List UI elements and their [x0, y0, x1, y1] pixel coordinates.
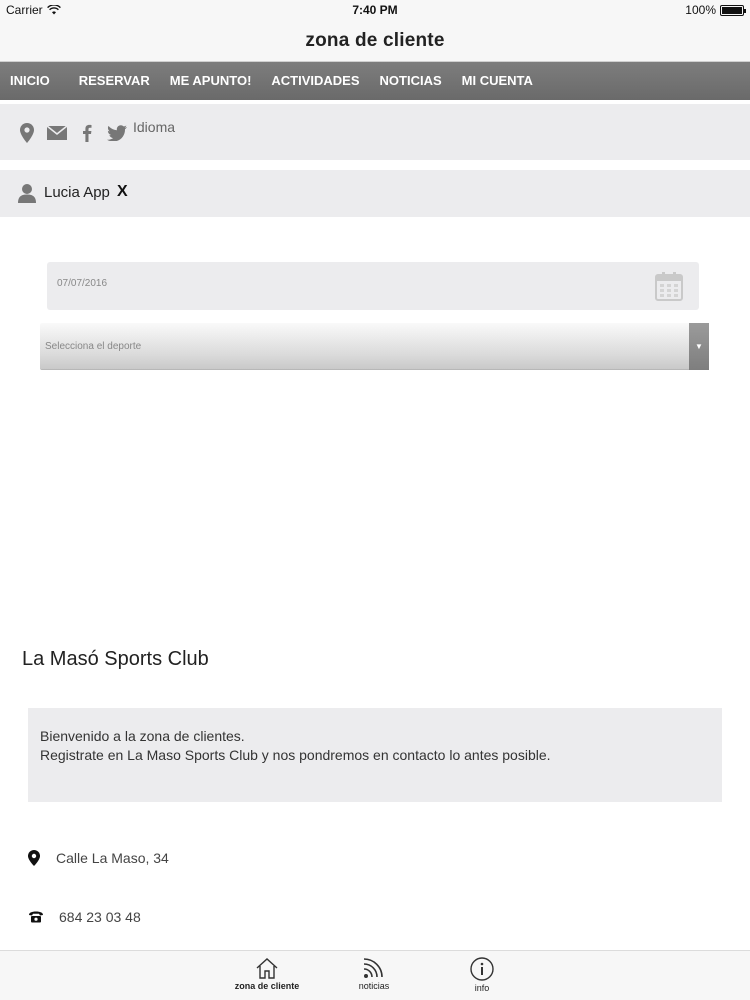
phone-text[interactable]: 684 23 03 48	[59, 909, 141, 925]
status-time: 7:40 PM	[352, 3, 398, 17]
menu-item-noticias[interactable]: NOTICIAS	[370, 62, 452, 100]
tab-noticias[interactable]: noticias	[329, 951, 419, 1000]
user-icon	[18, 183, 36, 208]
page-title: zona de cliente	[305, 30, 445, 51]
address-text: Calle La Maso, 34	[56, 850, 169, 866]
tab-label-noticias: noticias	[358, 981, 390, 991]
social-icons	[16, 122, 128, 144]
mail-icon[interactable]	[46, 122, 68, 144]
status-bar: Carrier 7:40 PM 100%	[0, 0, 750, 22]
phone-icon	[29, 911, 43, 923]
home-icon	[256, 958, 278, 979]
calendar-icon[interactable]	[655, 271, 683, 306]
welcome-text-line1: Bienvenido a la zona de clientes.	[40, 728, 245, 744]
user-bar: Lucia App X	[0, 170, 750, 217]
twitter-icon[interactable]	[106, 122, 128, 144]
facebook-icon[interactable]	[76, 122, 98, 144]
location-pin-icon	[28, 850, 40, 866]
logout-button[interactable]: X	[117, 183, 128, 201]
user-name: Lucia App	[44, 184, 110, 201]
navigation-bar: zona de cliente	[0, 22, 750, 62]
menu-item-inicio[interactable]: INICIO	[0, 62, 60, 100]
social-bar	[0, 104, 750, 160]
phone-row: 684 23 03 48	[28, 909, 141, 925]
date-input[interactable]	[57, 278, 637, 289]
welcome-box: Bienvenido a la zona de clientes. Regist…	[28, 708, 722, 802]
date-field[interactable]	[47, 262, 699, 310]
rss-icon	[363, 958, 383, 978]
tab-info[interactable]: info	[437, 951, 527, 1000]
language-link[interactable]: Idioma	[133, 119, 175, 135]
menu-item-mi-cuenta[interactable]: MI CUENTA	[452, 62, 543, 100]
battery: 100%	[685, 3, 746, 17]
welcome-text-line2: Registrate en La Maso Sports Club y nos …	[40, 747, 551, 763]
menu-item-reservar[interactable]: RESERVAR	[69, 62, 160, 100]
address-row: Calle La Maso, 34	[28, 850, 169, 866]
battery-percent: 100%	[685, 3, 716, 17]
club-name: La Masó Sports Club	[22, 648, 209, 670]
tab-zona-de-cliente[interactable]: zona de cliente	[222, 951, 312, 1000]
info-icon	[470, 957, 494, 981]
sport-select-placeholder: Selecciona el deporte	[45, 341, 142, 352]
menu-item-actividades[interactable]: ACTIVIDADES	[261, 62, 369, 100]
tab-label-info: info	[474, 983, 490, 993]
sport-select[interactable]: Selecciona el deporte ▼	[40, 323, 709, 370]
main-menu: INICIO RESERVAR ME APUNTO! ACTIVIDADES N…	[0, 62, 750, 100]
tab-label-zona-de-cliente: zona de cliente	[234, 981, 300, 991]
tab-bar: zona de cliente noticias info	[0, 950, 750, 1000]
menu-item-me-apunto[interactable]: ME APUNTO!	[160, 62, 262, 100]
chevron-down-icon[interactable]: ▼	[689, 323, 709, 370]
map-pin-icon[interactable]	[16, 122, 38, 144]
battery-icon	[720, 4, 746, 16]
